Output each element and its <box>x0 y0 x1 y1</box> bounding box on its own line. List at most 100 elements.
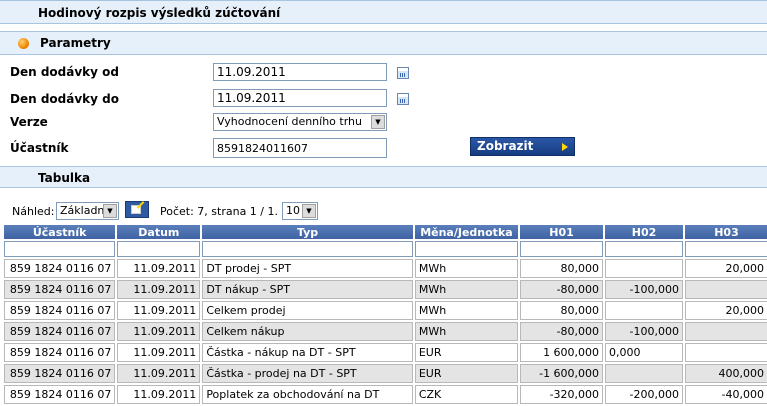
table-row[interactable]: 859 1824 0116 07 11.09.2011 Částka - pro… <box>4 364 767 383</box>
filter-input[interactable] <box>117 241 201 257</box>
cell-h03: -40,000 <box>684 385 767 404</box>
cell-h03: 20,000 <box>684 259 767 278</box>
cell-h03: 400,000 <box>684 364 767 383</box>
cell-date: 11.09.2011 <box>117 364 201 383</box>
cell-h01: -80,000 <box>520 280 604 299</box>
edit-view-icon[interactable] <box>125 201 149 218</box>
cell-date: 11.09.2011 <box>117 280 201 299</box>
cell-h02 <box>605 259 683 278</box>
table-row[interactable]: 859 1824 0116 07 11.09.2011 Celkem prode… <box>4 301 767 320</box>
view-label: Náhled: <box>12 205 55 218</box>
calendar-icon[interactable] <box>397 67 409 79</box>
participant-label: Účastník <box>10 141 69 155</box>
cell-date: 11.09.2011 <box>117 259 201 278</box>
column-header[interactable]: Účastník <box>4 225 116 239</box>
cell-h02: -200,000 <box>605 385 683 404</box>
filter-input[interactable] <box>4 241 116 257</box>
column-header[interactable]: H01 <box>520 225 604 239</box>
cell-participant: 859 1824 0116 07 <box>4 280 116 299</box>
chevron-down-icon[interactable]: ▼ <box>371 115 385 129</box>
cell-h03 <box>684 343 767 362</box>
show-button[interactable]: Zobrazit <box>470 137 575 156</box>
cell-unit: EUR <box>414 343 519 362</box>
participant-input[interactable]: 8591824011607 <box>213 138 387 158</box>
cell-participant: 859 1824 0116 07 <box>4 301 116 320</box>
cell-h01: 80,000 <box>520 301 604 320</box>
cell-h03 <box>684 322 767 341</box>
version-select-value: Vyhodnocení denního trhu <box>217 115 362 128</box>
table-row[interactable]: 859 1824 0116 07 11.09.2011 Poplatek za … <box>4 385 767 404</box>
cell-date: 11.09.2011 <box>117 385 201 404</box>
cell-h01: -80,000 <box>520 322 604 341</box>
cell-date: 11.09.2011 <box>117 301 201 320</box>
version-select[interactable]: Vyhodnocení denního trhu ▼ <box>213 113 387 131</box>
cell-h03 <box>684 280 767 299</box>
chevron-down-icon[interactable]: ▼ <box>302 204 316 218</box>
cell-unit: MWh <box>414 259 519 278</box>
column-header[interactable]: H03 <box>684 225 767 239</box>
cell-type: Poplatek za obchodování na DT <box>202 385 413 404</box>
orange-bullet-icon <box>18 38 29 49</box>
filter-input[interactable] <box>605 241 683 257</box>
chevron-down-icon[interactable]: ▼ <box>103 204 117 218</box>
cell-unit: CZK <box>414 385 519 404</box>
view-select[interactable]: Základní ▼ <box>56 202 119 220</box>
date-to-label: Den dodávky do <box>10 92 119 106</box>
cell-h02: -100,000 <box>605 280 683 299</box>
cell-type: Částka - prodej na DT - SPT <box>202 364 413 383</box>
table-row[interactable]: 859 1824 0116 07 11.09.2011 DT prodej - … <box>4 259 767 278</box>
parameters-bar[interactable]: Parametry <box>0 31 767 55</box>
table-title: Tabulka <box>38 171 91 185</box>
table-row[interactable]: 859 1824 0116 07 11.09.2011 Celkem nákup… <box>4 322 767 341</box>
cell-h01: 1 600,000 <box>520 343 604 362</box>
count-text: Počet: 7, strana 1 / 1. <box>160 205 279 218</box>
cell-unit: MWh <box>414 322 519 341</box>
cell-h02 <box>605 364 683 383</box>
cell-type: Celkem prodej <box>202 301 413 320</box>
calendar-icon[interactable] <box>397 93 409 105</box>
view-select-value: Základní <box>60 204 108 217</box>
cell-h01: -1 600,000 <box>520 364 604 383</box>
cell-type: DT nákup - SPT <box>202 280 413 299</box>
table-row[interactable]: 859 1824 0116 07 11.09.2011 DT nákup - S… <box>4 280 767 299</box>
cell-unit: MWh <box>414 301 519 320</box>
cell-type: Celkem nákup <box>202 322 413 341</box>
cell-unit: MWh <box>414 280 519 299</box>
show-button-label: Zobrazit <box>477 139 534 153</box>
cell-unit: EUR <box>414 364 519 383</box>
table-row[interactable]: 859 1824 0116 07 11.09.2011 Částka - nák… <box>4 343 767 362</box>
column-header[interactable]: Měna/Jednotka <box>414 225 519 239</box>
filter-input[interactable] <box>414 241 519 257</box>
column-header[interactable]: Typ <box>202 225 413 239</box>
filter-input[interactable] <box>684 241 767 257</box>
page-size-select[interactable]: 10 ▼ <box>282 202 318 220</box>
cell-type: Částka - nákup na DT - SPT <box>202 343 413 362</box>
cell-participant: 859 1824 0116 07 <box>4 364 116 383</box>
cell-h02: 0,000 <box>605 343 683 362</box>
cell-type: DT prodej - SPT <box>202 259 413 278</box>
version-label: Verze <box>10 115 48 129</box>
cell-h02: -100,000 <box>605 322 683 341</box>
cell-h03: 20,000 <box>684 301 767 320</box>
column-header[interactable]: H02 <box>605 225 683 239</box>
filter-input[interactable] <box>520 241 604 257</box>
table-header-row: Účastník Datum Typ Měna/Jednotka H01 H02… <box>4 225 767 239</box>
column-header[interactable]: Datum <box>117 225 201 239</box>
cell-participant: 859 1824 0116 07 <box>4 322 116 341</box>
filter-input[interactable] <box>202 241 413 257</box>
date-to-input[interactable]: 11.09.2011 <box>213 89 387 107</box>
filter-row <box>4 241 767 257</box>
page-size-value: 10 <box>286 204 300 217</box>
cell-participant: 859 1824 0116 07 <box>4 385 116 404</box>
title-bar: Hodinový rozpis výsledků zúčtování <box>0 0 767 24</box>
cell-date: 11.09.2011 <box>117 343 201 362</box>
cell-h02 <box>605 301 683 320</box>
cell-participant: 859 1824 0116 07 <box>4 259 116 278</box>
cell-date: 11.09.2011 <box>117 322 201 341</box>
cell-h01: 80,000 <box>520 259 604 278</box>
date-from-input[interactable]: 11.09.2011 <box>213 63 387 81</box>
page-title: Hodinový rozpis výsledků zúčtování <box>38 6 281 20</box>
play-icon <box>562 143 568 151</box>
date-from-label: Den dodávky od <box>10 65 119 79</box>
table-bar[interactable]: Tabulka <box>0 166 767 188</box>
